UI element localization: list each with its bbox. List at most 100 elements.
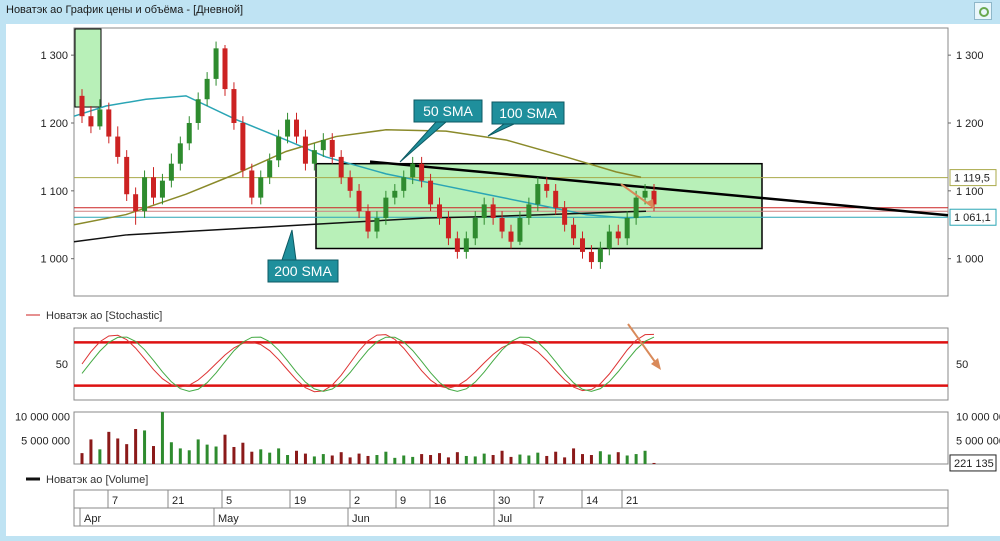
date-month-label: Jun xyxy=(352,513,370,525)
chart-container: 1 300 1 300 1 200 1 200 1 100 1 100 1 000 1 000… xyxy=(6,24,1000,536)
candle xyxy=(499,217,505,232)
candle xyxy=(124,156,130,195)
candle xyxy=(597,248,603,263)
candle xyxy=(624,217,630,239)
candle xyxy=(437,204,442,218)
volume-bar xyxy=(393,457,397,464)
candle xyxy=(311,150,317,164)
candle xyxy=(490,204,496,218)
candle xyxy=(249,170,255,198)
volume-bar xyxy=(357,453,361,464)
volume-last-value: 221 135 xyxy=(954,458,994,470)
volume-bar xyxy=(518,454,522,464)
volume-bar xyxy=(143,430,147,464)
candle xyxy=(463,238,469,252)
candle xyxy=(347,177,353,191)
price-tick-left: 1 100 xyxy=(40,186,68,198)
date-month-label: May xyxy=(218,513,239,525)
volume-bar xyxy=(384,451,388,464)
candle xyxy=(151,177,156,198)
volume-bar xyxy=(259,449,263,464)
candle xyxy=(88,116,94,127)
volume-bar xyxy=(160,412,164,464)
volume-bar xyxy=(348,457,352,464)
stoch-tick-right: 50 xyxy=(956,359,968,371)
window-titlebar: Новатэк ао График цены и объёма - [Дневн… xyxy=(0,0,1000,22)
date-day-label: 19 xyxy=(294,495,306,507)
candle xyxy=(615,231,621,239)
date-day-label: 5 xyxy=(226,495,232,507)
candle xyxy=(445,217,451,239)
volume-panel xyxy=(73,411,949,465)
date-day-label: 21 xyxy=(626,495,638,507)
stoch-tick-left: 50 xyxy=(56,359,68,371)
price-tick-left: 1 200 xyxy=(40,118,68,130)
candle xyxy=(133,194,139,212)
volume-bar xyxy=(330,455,334,464)
link-icon[interactable] xyxy=(974,2,992,20)
volume-bar xyxy=(572,448,576,464)
date-day-label: 7 xyxy=(112,495,118,507)
volume-bar xyxy=(152,446,155,464)
candle xyxy=(204,78,210,100)
volume-bar xyxy=(107,431,111,464)
volume-bar xyxy=(277,448,281,464)
candle xyxy=(383,197,389,218)
candle xyxy=(302,136,308,164)
volume-tick-left: 10 000 000 xyxy=(15,412,70,424)
candle xyxy=(606,231,612,249)
candle xyxy=(392,190,398,198)
price-tick-left: 1 300 xyxy=(40,50,68,62)
volume-bar xyxy=(455,452,459,464)
price-panel xyxy=(73,27,949,297)
volume-bar xyxy=(616,452,620,464)
candle xyxy=(195,99,201,123)
volume-tick-left: 5 000 000 xyxy=(21,435,70,447)
candle xyxy=(329,139,335,157)
volume-bar xyxy=(598,451,602,464)
volume-legend: Новатэк ао [Volume] xyxy=(46,474,148,486)
volume-bar xyxy=(303,453,307,464)
date-month-label: Apr xyxy=(84,513,101,525)
candle xyxy=(374,217,380,232)
candle xyxy=(571,224,577,239)
volume-bar xyxy=(125,444,129,464)
volume-bar xyxy=(241,442,245,464)
candle xyxy=(588,251,594,263)
candle xyxy=(213,48,219,79)
sma100-label: 100 SMA xyxy=(499,105,557,121)
candle xyxy=(356,190,362,212)
highlight-zone-left xyxy=(74,28,102,108)
volume-bar xyxy=(411,456,415,464)
candle xyxy=(285,119,291,137)
stochastic-legend: Новатэк ао [Stochastic] xyxy=(46,310,162,322)
volume-bar xyxy=(438,453,441,464)
volume-bar xyxy=(339,452,343,464)
price-tick-right: 1 200 xyxy=(956,118,984,130)
candle xyxy=(508,231,514,242)
volume-bar xyxy=(268,452,272,464)
date-day-label: 7 xyxy=(538,495,544,507)
candle xyxy=(159,180,165,198)
price-label: 1 061,1 xyxy=(954,212,991,224)
date-month-label: Jul xyxy=(498,513,512,525)
price-label: 1 119,5 xyxy=(954,173,990,185)
candle xyxy=(553,190,559,208)
date-day-label: 30 xyxy=(498,495,510,507)
volume-bar xyxy=(178,448,182,464)
volume-bar xyxy=(634,454,638,464)
candle xyxy=(115,136,121,157)
volume-bar xyxy=(500,450,504,464)
sma50-label: 50 SMA xyxy=(423,103,473,119)
volume-bar xyxy=(446,457,450,464)
candle xyxy=(454,238,460,252)
volume-bar xyxy=(625,455,629,464)
volume-bar xyxy=(527,455,531,464)
candle xyxy=(79,95,85,117)
candle xyxy=(580,238,585,252)
candle xyxy=(562,207,568,225)
volume-tick-right: 5 000 000 xyxy=(956,435,1000,447)
candle xyxy=(258,177,264,198)
volume-bar xyxy=(589,455,593,464)
candle xyxy=(642,190,648,198)
